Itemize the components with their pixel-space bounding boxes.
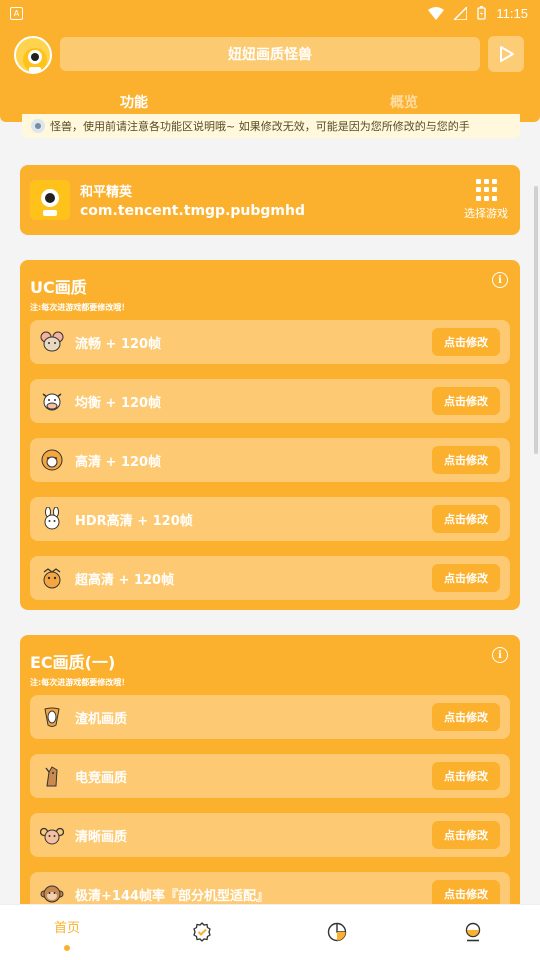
grid-icon [475, 179, 497, 201]
cow-icon [42, 393, 62, 411]
modify-button[interactable]: 点击修改 [432, 505, 500, 533]
active-indicator [64, 945, 70, 951]
row-label: 超高清 + 120帧 [75, 573, 175, 588]
modify-button[interactable]: 点击修改 [432, 821, 500, 849]
panel-title: UC画质 [30, 278, 87, 297]
tiger-icon [41, 449, 63, 471]
list-item: 电竞画质 点击修改 [30, 754, 510, 798]
status-bar: A 11:15 [0, 0, 540, 26]
modify-button[interactable]: 点击修改 [432, 762, 500, 790]
dragon-icon [43, 568, 61, 589]
row-label: 均衡 + 120帧 [75, 396, 162, 411]
modify-button[interactable]: 点击修改 [432, 564, 500, 592]
panel-note: 注:每次进游戏都要修改哦！ [30, 303, 130, 312]
modify-button[interactable]: 点击修改 [432, 387, 500, 415]
horse-icon [45, 766, 58, 787]
modify-button[interactable]: 点击修改 [432, 446, 500, 474]
nav-profile[interactable] [443, 905, 503, 960]
list-item: 均衡 + 120帧 点击修改 [30, 379, 510, 423]
list-item: 流畅 + 120帧 点击修改 [30, 320, 510, 364]
game-card: 和平精英 com.tencent.tmgp.pubgmhd 选择游戏 [20, 165, 520, 235]
uc-quality-panel: UC画质 注:每次进游戏都要修改哦！ i 流畅 + 120帧 点击修改 均衡 +… [20, 260, 520, 610]
settings-check-icon [193, 922, 211, 942]
nav-stats[interactable] [307, 905, 367, 960]
wifi-icon [428, 6, 445, 20]
battery-icon [477, 6, 487, 20]
list-item: 高清 + 120帧 点击修改 [30, 438, 510, 482]
avatar[interactable] [14, 36, 52, 74]
select-game-button[interactable]: 选择游戏 [460, 179, 512, 221]
row-label: 高清 + 120帧 [75, 455, 162, 470]
goat-icon [40, 827, 64, 845]
mascot-icon [31, 119, 45, 133]
tab-overview[interactable]: 概览 [390, 92, 418, 112]
list-item: HDR高清 + 120帧 点击修改 [30, 497, 510, 541]
scrollbar[interactable] [534, 186, 538, 454]
list-item: 渣机画质 点击修改 [30, 695, 510, 739]
list-item: 清晰画质 点击修改 [30, 813, 510, 857]
notice-text: 怪兽，使用前请注意各功能区说明哦~ 如果修改无效，可能是因为您所修改的与您的手 [50, 120, 470, 133]
pie-chart-icon [327, 922, 347, 942]
panel-note: 注:每次进游戏都要修改哦！ [30, 678, 130, 687]
row-label: 流畅 + 120帧 [75, 337, 162, 352]
bottom-nav: 首页 [0, 904, 540, 960]
info-icon[interactable]: i [492, 272, 508, 288]
notification-icon: A [10, 6, 23, 20]
modify-button[interactable]: 点击修改 [432, 703, 500, 731]
nav-home-label: 首页 [53, 921, 80, 936]
row-label: HDR高清 + 120帧 [75, 514, 193, 529]
app-title: 妞妞画质怪兽 [60, 37, 480, 71]
clock: 11:15 [496, 5, 528, 21]
notice-banner: 怪兽，使用前请注意各功能区说明哦~ 如果修改无效，可能是因为您所修改的与您的手 [22, 114, 520, 138]
nav-tools[interactable] [172, 905, 232, 960]
info-icon[interactable]: i [492, 647, 508, 663]
nav-home[interactable]: 首页 [37, 905, 97, 960]
ec-quality-panel: EC画质(一) 注:每次进游戏都要修改哦！ i 渣机画质 点击修改 电竞画质 点… [20, 635, 520, 925]
mouse-icon [40, 331, 64, 352]
app-header: 妞妞画质怪兽 功能 概览 [0, 26, 540, 122]
panel-title: EC画质(一) [30, 653, 116, 672]
row-label: 极清+144帧率『部分机型适配』 [75, 889, 270, 904]
game-icon [30, 180, 70, 220]
game-name: 和平精英 [80, 185, 133, 200]
snake-icon [44, 707, 60, 727]
rabbit-icon [44, 507, 60, 530]
row-label: 电竞画质 [75, 771, 128, 786]
tab-functions[interactable]: 功能 [120, 92, 148, 112]
profile-icon [465, 922, 481, 942]
play-icon [500, 46, 514, 62]
game-package: com.tencent.tmgp.pubgmhd [80, 203, 305, 219]
list-item: 超高清 + 120帧 点击修改 [30, 556, 510, 600]
row-label: 清晰画质 [75, 830, 128, 845]
row-label: 渣机画质 [75, 712, 128, 727]
select-game-label: 选择游戏 [464, 207, 508, 220]
modify-button[interactable]: 点击修改 [432, 328, 500, 356]
monkey-icon [40, 885, 64, 903]
play-button[interactable] [488, 36, 524, 72]
cellular-icon [454, 6, 468, 20]
